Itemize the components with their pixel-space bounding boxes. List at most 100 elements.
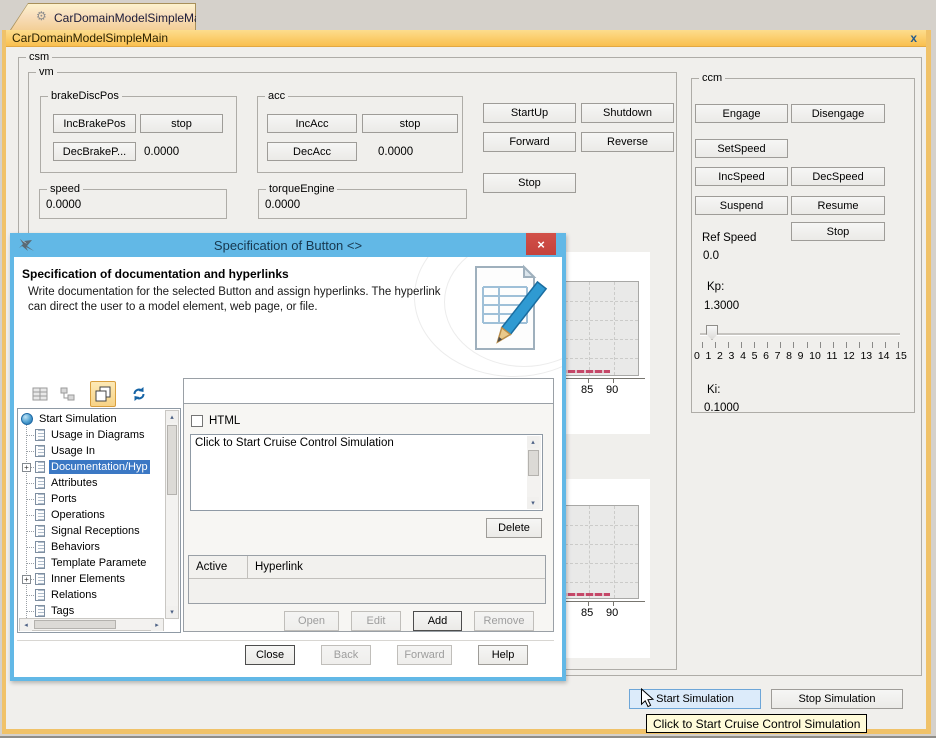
tree-vertical-scrollbar[interactable]: ▴ ▾ bbox=[165, 410, 179, 619]
tree-item-template-paramete[interactable]: Template Paramete bbox=[18, 555, 164, 571]
scroll-right-icon[interactable]: ▸ bbox=[151, 619, 163, 631]
setspeed-button[interactable]: SetSpeed bbox=[695, 139, 788, 158]
panel-close-icon[interactable]: x bbox=[910, 31, 926, 45]
remove-button[interactable]: Remove bbox=[474, 611, 534, 631]
forward-button[interactable]: Forward bbox=[397, 645, 452, 665]
edit-button[interactable]: Edit bbox=[351, 611, 401, 631]
speed-value: 0.0000 bbox=[46, 199, 81, 211]
stop-simulation-button[interactable]: Stop Simulation bbox=[771, 689, 903, 709]
slider-tick bbox=[754, 342, 755, 348]
startup-button[interactable]: StartUp bbox=[483, 103, 576, 123]
panel-title: CarDomainModelSimpleMain bbox=[6, 31, 168, 45]
specification-dialog: Specification of Button <> × Specificati… bbox=[10, 233, 566, 681]
textarea-scrollbar[interactable]: ▴ ▾ bbox=[527, 436, 541, 509]
toolbar-refresh-button[interactable] bbox=[126, 381, 152, 407]
forward-button[interactable]: Forward bbox=[483, 132, 576, 152]
decacc-button[interactable]: DecAcc bbox=[267, 142, 357, 161]
resume-button[interactable]: Resume bbox=[791, 196, 885, 215]
tab-cardomainmodelsimplemain[interactable]: ⚙ CarDomainModelSimpleMain bbox=[10, 3, 196, 30]
page-icon bbox=[35, 589, 45, 601]
scroll-up-icon[interactable]: ▴ bbox=[166, 411, 178, 423]
tree-item-tags[interactable]: Tags bbox=[18, 603, 164, 619]
incspeed-button[interactable]: IncSpeed bbox=[695, 167, 788, 186]
tree-item-ports[interactable]: Ports bbox=[18, 491, 164, 507]
ref-speed-label: Ref Speed bbox=[702, 232, 756, 244]
tree-view-icon bbox=[60, 387, 76, 402]
tree-item-relations[interactable]: Relations bbox=[18, 587, 164, 603]
tree-item-start-simulation[interactable]: Start Simulation bbox=[18, 411, 164, 427]
ccm-group: ccm bbox=[691, 78, 915, 413]
slider-tick bbox=[702, 342, 703, 348]
ccm-stop-button[interactable]: Stop bbox=[791, 222, 885, 241]
expand-plus-icon[interactable]: + bbox=[22, 575, 31, 584]
help-button[interactable]: Help bbox=[478, 645, 528, 665]
expand-plus-icon[interactable]: + bbox=[22, 463, 31, 472]
brakediscpos-value: 0.0000 bbox=[144, 146, 179, 158]
toolbar-table-view-button[interactable] bbox=[27, 381, 53, 407]
scroll-up-icon[interactable]: ▴ bbox=[527, 436, 539, 448]
delete-button[interactable]: Delete bbox=[486, 518, 542, 538]
add-button[interactable]: Add bbox=[413, 611, 462, 631]
reverse-button[interactable]: Reverse bbox=[581, 132, 674, 152]
toolbar-composite-view-button[interactable] bbox=[90, 381, 116, 407]
tree-item-operations[interactable]: Operations bbox=[18, 507, 164, 523]
close-button[interactable]: Close bbox=[245, 645, 295, 665]
textarea-scroll-thumb[interactable] bbox=[528, 450, 539, 476]
scroll-down-icon[interactable]: ▾ bbox=[527, 497, 539, 509]
slider-tick bbox=[859, 342, 860, 348]
column-header-hyperlink[interactable]: Hyperlink bbox=[255, 556, 303, 578]
engage-button[interactable]: Engage bbox=[695, 104, 788, 123]
incacc-button[interactable]: IncAcc bbox=[267, 114, 357, 133]
incbrakepos-button[interactable]: IncBrakePos bbox=[53, 114, 136, 133]
table-view-icon bbox=[32, 387, 48, 401]
hyperlink-table[interactable]: Active Hyperlink bbox=[188, 555, 546, 604]
tree-vscroll-thumb[interactable] bbox=[167, 425, 177, 495]
column-header-active[interactable]: Active bbox=[196, 556, 227, 578]
tree-item-documentation-hyp[interactable]: +Documentation/Hyp bbox=[18, 459, 164, 475]
back-button[interactable]: Back bbox=[321, 645, 371, 665]
disengage-button[interactable]: Disengage bbox=[791, 104, 885, 123]
kp-value: 1.3000 bbox=[704, 300, 739, 312]
tab-label: CarDomainModelSimpleMain bbox=[54, 11, 210, 25]
magicdraw-logo-icon bbox=[18, 238, 35, 252]
tree-item-behaviors[interactable]: Behaviors bbox=[18, 539, 164, 555]
app-window: ⚙ CarDomainModelSimpleMain CarDomainMode… bbox=[0, 0, 936, 738]
tree-hscroll-thumb[interactable] bbox=[34, 620, 116, 629]
kp-label: Kp: bbox=[707, 281, 724, 293]
documentation-text: Click to Start Cruise Control Simulation bbox=[195, 437, 394, 449]
scroll-left-icon[interactable]: ◂ bbox=[20, 619, 32, 631]
tree-horizontal-scrollbar[interactable]: ◂ ▸ bbox=[19, 618, 164, 631]
spec-tree[interactable]: Start SimulationUsage in DiagramsUsage I… bbox=[17, 408, 181, 633]
slider-scale-label: 5 bbox=[752, 350, 758, 362]
tree-item-attributes[interactable]: Attributes bbox=[18, 475, 164, 491]
torqueengine-value: 0.0000 bbox=[265, 199, 300, 211]
tree-item-usage-in[interactable]: Usage In bbox=[18, 443, 164, 459]
slider-tick bbox=[872, 342, 873, 348]
slider-scale-label: 13 bbox=[860, 350, 872, 362]
html-checkbox[interactable] bbox=[191, 415, 203, 427]
kp-slider-track[interactable] bbox=[700, 333, 900, 336]
tree-item-label: Start Simulation bbox=[37, 412, 119, 426]
tree-item-usage-in-diagrams[interactable]: Usage in Diagrams bbox=[18, 427, 164, 443]
decbrakepos-button[interactable]: DecBrakeP... bbox=[53, 142, 136, 161]
dialog-description: Write documentation for the selected But… bbox=[28, 285, 448, 315]
shutdown-button[interactable]: Shutdown bbox=[581, 103, 674, 123]
open-button[interactable]: Open bbox=[284, 611, 339, 631]
tree-item-label: Inner Elements bbox=[49, 572, 127, 586]
tree-item-signal-receptions[interactable]: Signal Receptions bbox=[18, 523, 164, 539]
dialog-close-button[interactable]: × bbox=[526, 233, 556, 255]
page-icon bbox=[35, 493, 45, 505]
acc-stop-button[interactable]: stop bbox=[362, 114, 458, 133]
suspend-button[interactable]: Suspend bbox=[695, 196, 788, 215]
page-icon bbox=[35, 557, 45, 569]
dialog-titlebar[interactable]: Specification of Button <> × bbox=[10, 233, 566, 257]
vm-stop-button[interactable]: Stop bbox=[483, 173, 576, 193]
window-border-right bbox=[926, 30, 931, 734]
scroll-down-icon[interactable]: ▾ bbox=[166, 606, 178, 618]
slider-tick bbox=[767, 342, 768, 348]
decspeed-button[interactable]: DecSpeed bbox=[791, 167, 885, 186]
toolbar-tree-view-button[interactable] bbox=[55, 381, 81, 407]
documentation-textarea[interactable]: Click to Start Cruise Control Simulation… bbox=[190, 434, 543, 511]
tree-item-inner-elements[interactable]: + Inner Elements bbox=[18, 571, 164, 587]
brake-stop-button[interactable]: stop bbox=[140, 114, 223, 133]
